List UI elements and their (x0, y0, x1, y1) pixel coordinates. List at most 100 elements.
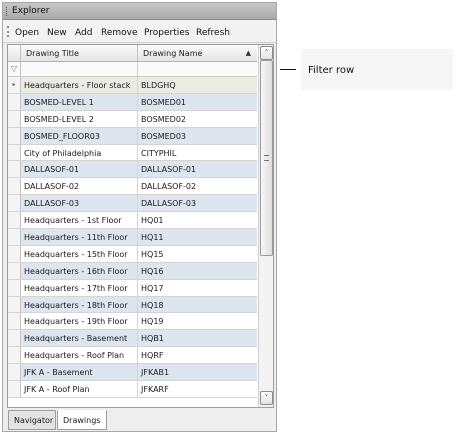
table-row[interactable]: Headquarters - 19th Floor HQ19 (8, 313, 257, 331)
cell-drawing-name[interactable]: JFKARF (138, 381, 257, 397)
cell-drawing-title[interactable]: Headquarters - 18th Floor (21, 296, 138, 313)
table-row[interactable]: Headquarters - 18th Floor HQ18 (8, 296, 257, 314)
column-header-drawing-title[interactable]: Drawing Title (21, 45, 138, 61)
column-header-drawing-name[interactable]: Drawing Name ▲ (138, 45, 257, 61)
cell-drawing-name[interactable]: HQ15 (138, 246, 257, 262)
table-row[interactable]: BOSMED-LEVEL 2 BOSMED02 (8, 110, 257, 128)
row-selector[interactable] (8, 262, 21, 279)
row-selector[interactable] (8, 313, 21, 330)
explorer-panel: Explorer Open New Add Remove Properties … (2, 2, 277, 432)
cell-drawing-title[interactable]: DALLASOF-01 (21, 161, 138, 178)
filter-cell-drawing-title[interactable] (21, 62, 138, 76)
filter-icon[interactable]: ▽ (8, 62, 21, 76)
scroll-thumb[interactable] (260, 60, 273, 256)
cell-drawing-title[interactable]: BOSMED-LEVEL 2 (21, 110, 138, 127)
refresh-button[interactable]: Refresh (196, 28, 230, 38)
cell-drawing-title[interactable]: BOSMED-LEVEL 1 (21, 93, 138, 110)
table-row[interactable]: DALLASOF-02 DALLASOF-02 (8, 178, 257, 196)
cell-drawing-title[interactable]: City of Philadelphia (21, 144, 138, 161)
tab-navigator[interactable]: Navigator (8, 410, 56, 430)
current-row-indicator-icon[interactable]: ▸ (8, 77, 21, 93)
table-row[interactable]: BOSMED_FLOOR03 BOSMED03 (8, 127, 257, 145)
cell-drawing-name[interactable]: HQ11 (138, 229, 257, 245)
cell-drawing-name[interactable]: HQRF (138, 347, 257, 363)
cell-drawing-title[interactable]: Headquarters - 15th Floor (21, 245, 138, 262)
table-row[interactable]: Headquarters - 16th Floor HQ16 (8, 262, 257, 280)
row-selector[interactable] (8, 381, 21, 397)
cell-drawing-name[interactable]: HQB1 (138, 330, 257, 346)
table-row[interactable]: Headquarters - 1st Floor HQ01 (8, 212, 257, 230)
cell-drawing-name[interactable]: HQ17 (138, 280, 257, 296)
table-row[interactable]: JFK A - Roof Plan JFKARF (8, 381, 257, 398)
table-row[interactable]: DALLASOF-01 DALLASOF-01 (8, 161, 257, 179)
cell-drawing-title[interactable]: JFK A - Basement (21, 364, 138, 381)
cell-drawing-title[interactable]: Headquarters - 1st Floor (21, 212, 138, 229)
row-selector[interactable] (8, 161, 21, 178)
cell-text: HQ19 (141, 317, 164, 327)
cell-text: BOSMED03 (141, 131, 187, 141)
table-row[interactable]: JFK A - Basement JFKAB1 (8, 364, 257, 382)
row-selector[interactable] (8, 364, 21, 381)
cell-drawing-title[interactable]: BOSMED_FLOOR03 (21, 127, 138, 144)
toolbar-grip-icon[interactable] (7, 26, 11, 37)
table-row[interactable]: Headquarters - Basement HQB1 (8, 330, 257, 348)
cell-drawing-name[interactable]: DALLASOF-01 (138, 161, 257, 177)
filter-cell-drawing-name[interactable] (138, 62, 257, 76)
table-row[interactable]: DALLASOF-03 DALLASOF-03 (8, 195, 257, 213)
cell-drawing-title[interactable]: Headquarters - 17th Floor (21, 279, 138, 296)
row-selector[interactable] (8, 330, 21, 347)
cell-drawing-title[interactable]: Headquarters - Basement (21, 330, 138, 347)
new-button[interactable]: New (47, 28, 67, 38)
cell-drawing-name[interactable]: CITYPHIL (138, 145, 257, 161)
panel-title-bar[interactable]: Explorer (3, 3, 276, 20)
table-row[interactable]: Headquarters - Roof Plan HQRF (8, 347, 257, 365)
table-row[interactable]: BOSMED-LEVEL 1 BOSMED01 (8, 93, 257, 111)
cell-drawing-name[interactable]: BOSMED02 (138, 111, 257, 127)
properties-button[interactable]: Properties (144, 28, 189, 38)
vertical-scrollbar[interactable]: ˄ ˅ (258, 45, 273, 407)
row-selector[interactable] (8, 296, 21, 313)
table-row[interactable]: Headquarters - 17th Floor HQ17 (8, 279, 257, 297)
add-button[interactable]: Add (75, 28, 92, 38)
row-selector[interactable] (8, 229, 21, 245)
cell-drawing-name[interactable]: HQ16 (138, 263, 257, 279)
cell-drawing-title[interactable]: DALLASOF-03 (21, 195, 138, 212)
cell-drawing-title[interactable]: DALLASOF-02 (21, 178, 138, 195)
cell-drawing-title[interactable]: JFK A - Roof Plan (21, 381, 138, 397)
row-selector[interactable] (8, 93, 21, 110)
row-selector[interactable] (8, 195, 21, 212)
cell-drawing-name[interactable]: BOSMED01 (138, 94, 257, 110)
scroll-down-arrow-icon[interactable]: ˅ (260, 391, 273, 405)
row-selector[interactable] (8, 110, 21, 127)
remove-button[interactable]: Remove (101, 28, 138, 38)
cell-drawing-name[interactable]: HQ19 (138, 313, 257, 329)
cell-drawing-name[interactable]: JFKAB1 (138, 364, 257, 380)
cell-drawing-name[interactable]: BOSMED03 (138, 128, 257, 144)
row-selector[interactable] (8, 212, 21, 229)
cell-drawing-title[interactable]: Headquarters - 11th Floor (21, 229, 138, 245)
cell-drawing-title[interactable]: Headquarters - 16th Floor (21, 262, 138, 279)
cell-drawing-name[interactable]: BLDGHQ (138, 77, 257, 93)
cell-drawing-name[interactable]: DALLASOF-03 (138, 195, 257, 211)
table-row[interactable]: Headquarters - 11th Floor HQ11 (8, 229, 257, 246)
tab-drawings[interactable]: Drawings (57, 410, 107, 430)
scroll-up-arrow-icon[interactable]: ˄ (260, 46, 273, 60)
row-selector[interactable] (8, 127, 21, 144)
row-selector[interactable] (8, 178, 21, 195)
open-button[interactable]: Open (15, 28, 39, 38)
header-row-selector[interactable] (8, 45, 21, 61)
cell-drawing-name[interactable]: DALLASOF-02 (138, 178, 257, 194)
cell-drawing-name[interactable]: HQ01 (138, 212, 257, 228)
table-row[interactable]: ▸ Headquarters - Floor stack BLDGHQ (8, 77, 257, 94)
cell-drawing-title[interactable]: Headquarters - 19th Floor (21, 313, 138, 330)
cell-drawing-title[interactable]: Headquarters - Roof Plan (21, 347, 138, 364)
title-grip-icon[interactable] (6, 7, 9, 16)
cell-drawing-name[interactable]: HQ18 (138, 297, 257, 313)
row-selector[interactable] (8, 144, 21, 161)
row-selector[interactable] (8, 347, 21, 364)
table-row[interactable]: Headquarters - 15th Floor HQ15 (8, 245, 257, 263)
row-selector[interactable] (8, 279, 21, 296)
table-row[interactable]: City of Philadelphia CITYPHIL (8, 144, 257, 162)
row-selector[interactable] (8, 245, 21, 262)
cell-drawing-title[interactable]: Headquarters - Floor stack (21, 77, 138, 93)
